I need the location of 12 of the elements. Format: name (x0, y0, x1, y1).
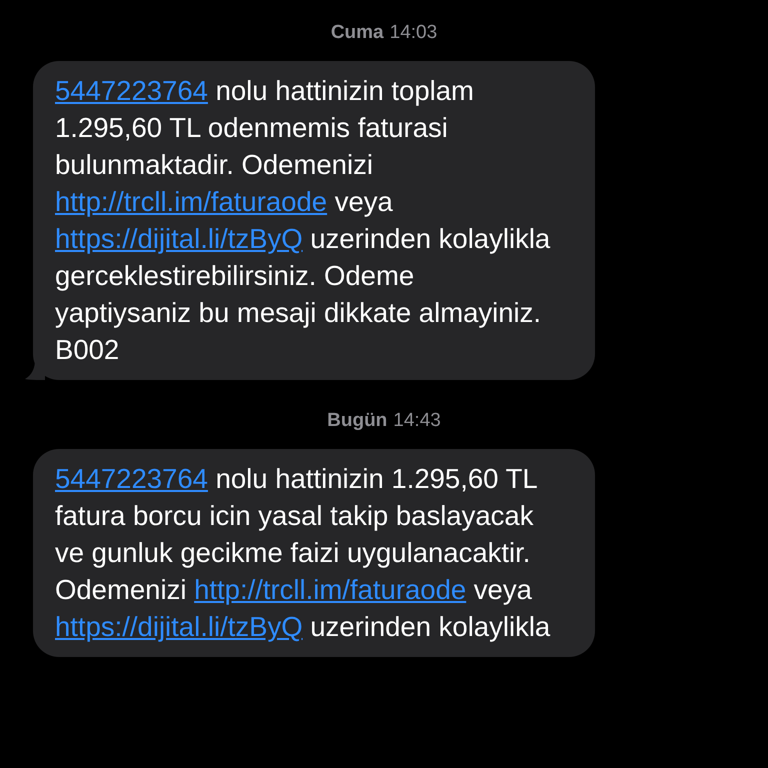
link[interactable]: https://dijital.li/tzByQ (55, 611, 303, 642)
message-time: 14:03 (390, 22, 438, 44)
message-day: Cuma (330, 22, 384, 44)
link[interactable]: http://trcll.im/faturaode (194, 574, 466, 605)
link[interactable]: http://trcll.im/faturaode (55, 186, 328, 217)
message-day: Bugün (327, 410, 388, 432)
message-text: 5447223764 nolu hattinizin 1.295,60 TL fatura borcu icin yasal takip baslayacak ve gunluk gecikme faizi uygulanacaktir. Odemenizi http://trcll.im/faturaode veya https://dijital.li/tzByQ uzerinden kolaylikla (55, 462, 552, 644)
message-text: 5447223764 nolu hattinizin toplam 1.295,60 TL odenmemis faturasi bulunmaktadir. Odemenizi http://trcll.im/faturaode veya https://dijital.li/tzByQ uzerinden kolaylikla gerceklestirebilirsiniz. Odeme yaptiysaniz bu mesaji dikkate almayiniz. B002 (55, 74, 552, 367)
link[interactable]: 5447223764 (55, 75, 208, 106)
link[interactable]: https://dijital.li/tzByQ (55, 223, 303, 254)
message-time: 14:43 (393, 410, 441, 432)
link[interactable]: 5447223764 (55, 463, 208, 494)
